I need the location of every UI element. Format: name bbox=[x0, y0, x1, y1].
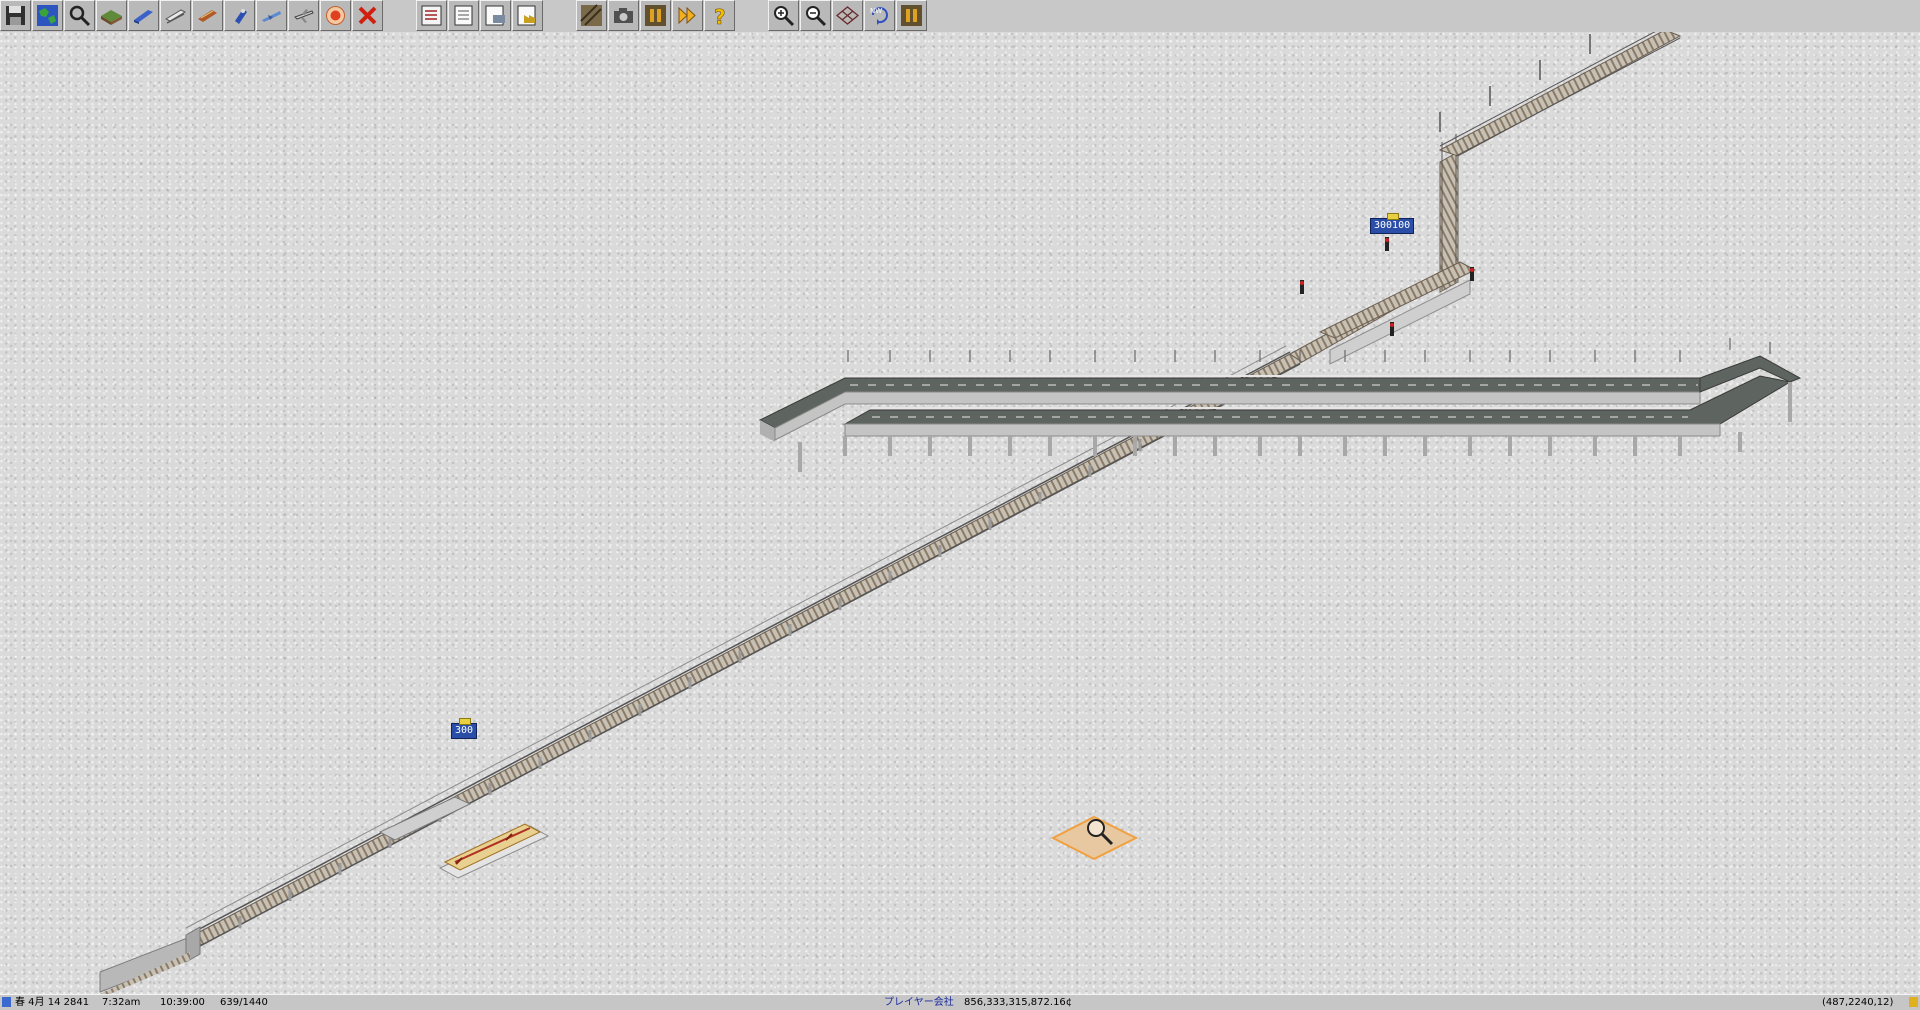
rail-tools-icon bbox=[134, 10, 153, 24]
pause-icon bbox=[645, 5, 666, 26]
magnifier-icon bbox=[69, 5, 91, 27]
save-button[interactable] bbox=[0, 0, 31, 31]
ship-tools-button[interactable] bbox=[224, 0, 255, 31]
factory-list-icon bbox=[517, 5, 536, 26]
remove-button[interactable] bbox=[352, 0, 383, 31]
ticks-timer: 10:39:00 bbox=[160, 997, 205, 1008]
convoy-list-button[interactable] bbox=[480, 0, 511, 31]
zoom-out-icon bbox=[806, 6, 827, 27]
grid-toggle-button[interactable] bbox=[832, 0, 863, 31]
rail-view-button[interactable] bbox=[576, 0, 607, 31]
pause-button[interactable] bbox=[640, 0, 671, 31]
status-bar: 春 4月 14 2841 7:32am 10:39:00 639/1440 プレ… bbox=[0, 994, 1920, 1010]
rail-view-icon bbox=[580, 4, 602, 26]
save-icon bbox=[6, 6, 25, 25]
main-toolbar: ? NW bbox=[0, 0, 1920, 33]
clock: 7:32am bbox=[102, 997, 141, 1008]
network-status-icon bbox=[1909, 997, 1918, 1007]
special-tools-button[interactable] bbox=[320, 0, 351, 31]
rotate-icon: NW bbox=[870, 7, 888, 25]
season-date: 春 4月 14 2841 bbox=[15, 997, 90, 1008]
maglev-tools-button[interactable] bbox=[160, 0, 191, 31]
airport-tools-button[interactable] bbox=[288, 0, 319, 31]
remove-icon bbox=[358, 6, 377, 25]
zoom-in-icon bbox=[774, 6, 795, 27]
game-map-view[interactable]: 300100 300 bbox=[0, 32, 1920, 994]
air-tools-button[interactable] bbox=[256, 0, 287, 31]
list-icon bbox=[454, 5, 473, 26]
money-display: 856,333,315,872.16¢ bbox=[964, 997, 1073, 1008]
rail-viaduct-lower[interactable] bbox=[99, 345, 1303, 994]
rail-tools-button[interactable] bbox=[128, 0, 159, 31]
pause-small-button[interactable] bbox=[896, 0, 927, 31]
pause-small-icon bbox=[901, 5, 922, 26]
line-management-icon bbox=[421, 5, 442, 26]
convoy-list-icon bbox=[485, 5, 505, 26]
camera-icon bbox=[614, 8, 633, 23]
isometric-world bbox=[99, 32, 1802, 994]
terrain-icon bbox=[101, 10, 122, 25]
screenshot-button[interactable] bbox=[608, 0, 639, 31]
maglev-tools-icon bbox=[164, 9, 187, 24]
cursor-coords: (487,2240,12) bbox=[1822, 997, 1894, 1008]
zoom-in-button[interactable] bbox=[768, 0, 799, 31]
station-sign-upper[interactable]: 300100 bbox=[1370, 213, 1415, 234]
svg-text:NW: NW bbox=[870, 7, 882, 15]
help-icon: ? bbox=[714, 5, 726, 28]
road-tools-button[interactable] bbox=[192, 0, 223, 31]
airplane-icon bbox=[294, 9, 314, 23]
target-icon bbox=[326, 6, 345, 25]
inspect-button[interactable] bbox=[64, 0, 95, 31]
season-icon bbox=[2, 997, 11, 1007]
globe-icon bbox=[37, 5, 58, 26]
zoom-out-button[interactable] bbox=[800, 0, 831, 31]
tile-cursor[interactable] bbox=[1050, 815, 1139, 861]
grid-icon bbox=[835, 6, 860, 25]
map-button[interactable] bbox=[32, 0, 63, 31]
tile-count: 639/1440 bbox=[220, 997, 268, 1008]
rotate-button[interactable]: NW bbox=[864, 0, 895, 31]
ship-tools-icon bbox=[235, 9, 247, 24]
rail-viaduct-upper[interactable] bbox=[1289, 32, 1682, 365]
list-button[interactable] bbox=[448, 0, 479, 31]
fast-forward-button[interactable] bbox=[672, 0, 703, 31]
line-management-button[interactable] bbox=[416, 0, 447, 31]
svg-text:?: ? bbox=[714, 5, 726, 28]
factory-list-button[interactable] bbox=[512, 0, 543, 31]
station-sign-lower[interactable]: 300 bbox=[451, 718, 478, 739]
help-button[interactable]: ? bbox=[704, 0, 735, 31]
terrain-tools-button[interactable] bbox=[96, 0, 127, 31]
player-company[interactable]: プレイヤー会社 bbox=[884, 995, 954, 1010]
fast-forward-icon bbox=[678, 6, 696, 25]
air-tools-icon bbox=[262, 11, 281, 22]
road-tools-icon bbox=[198, 10, 217, 22]
